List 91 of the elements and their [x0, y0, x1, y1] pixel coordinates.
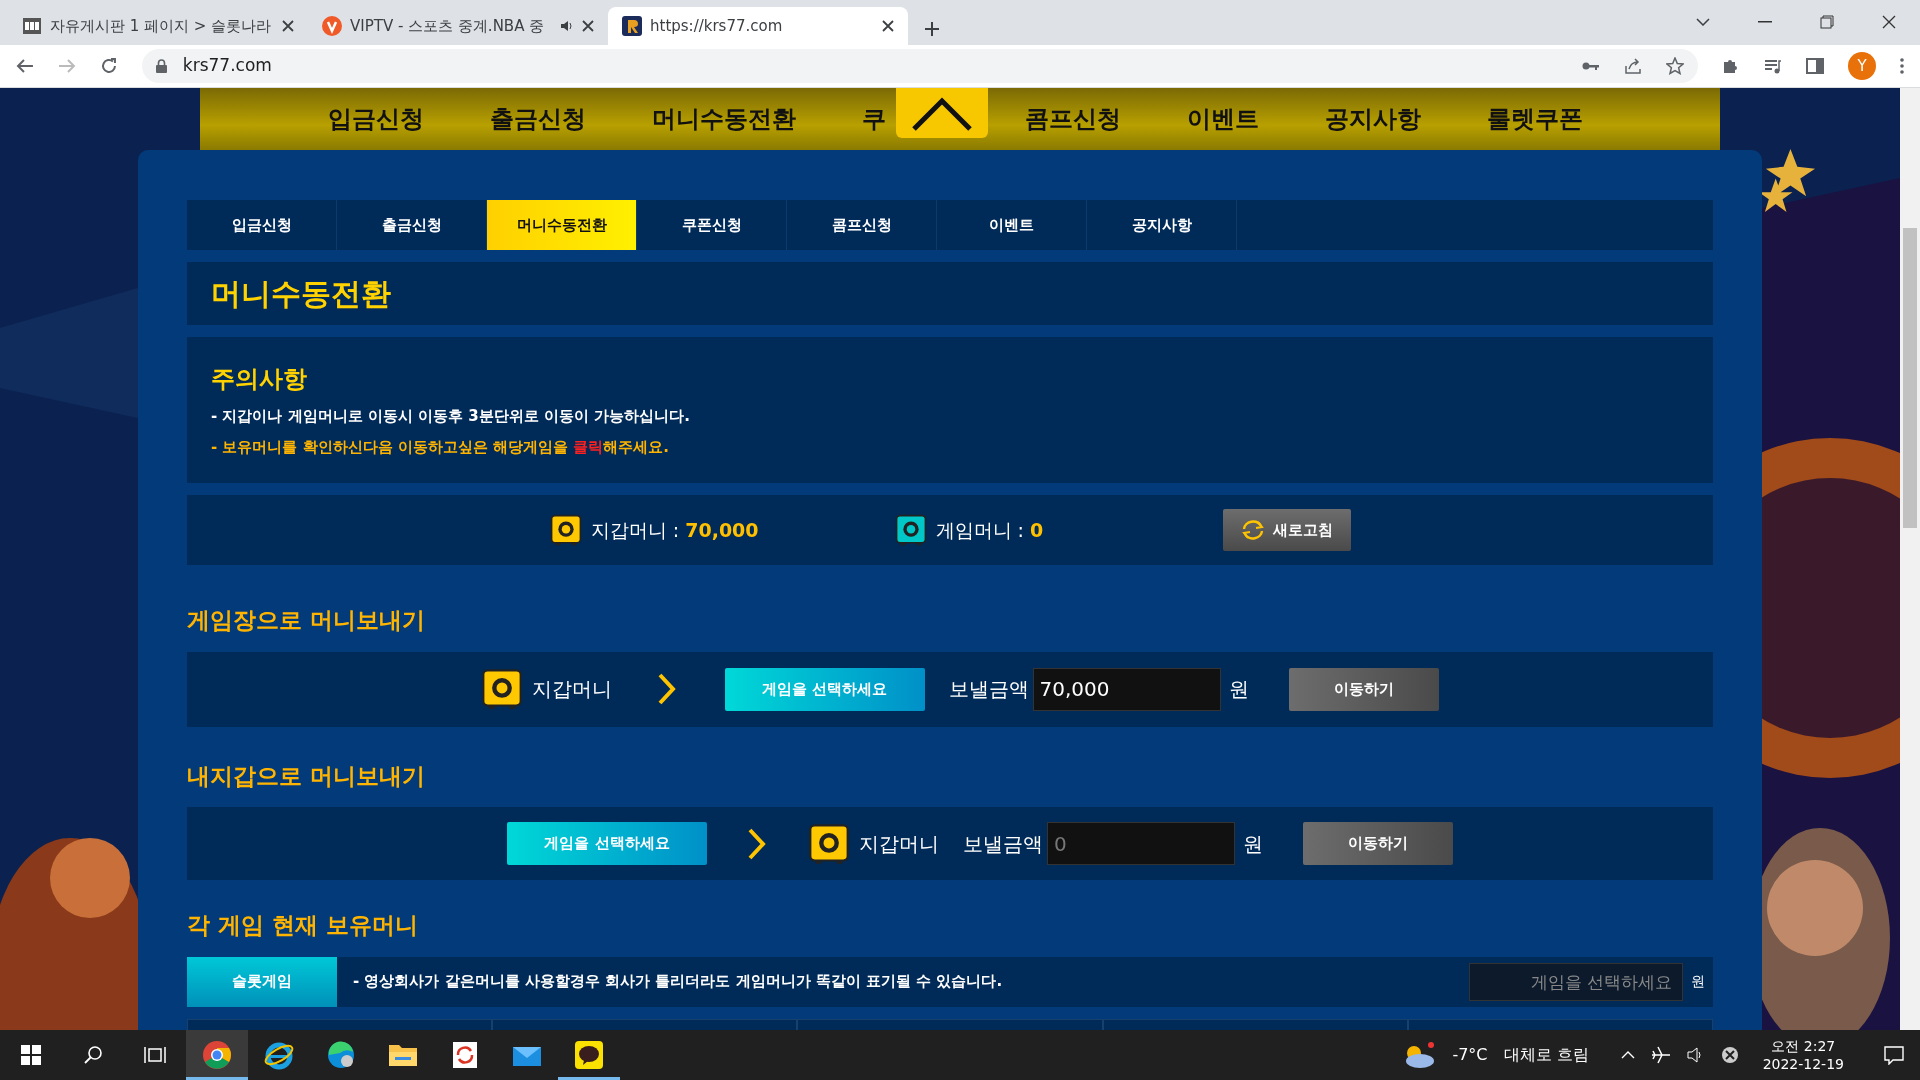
unit-label: 원	[1243, 830, 1263, 858]
cancel-circle-icon[interactable]	[1720, 1046, 1739, 1064]
new-tab-icon[interactable]	[924, 21, 940, 37]
close-icon[interactable]	[1882, 15, 1896, 29]
game-balance: 게임머니 : 0	[935, 517, 1044, 543]
scrollbar[interactable]	[1900, 88, 1920, 1030]
close-icon[interactable]	[282, 20, 294, 32]
browser-e-icon	[264, 1040, 294, 1070]
refresh-icon	[1241, 519, 1266, 541]
tab[interactable]: 이벤트	[937, 200, 1087, 250]
puzzle-icon[interactable]	[1722, 57, 1740, 75]
notice-text: - 보유머니를 확인하신다음 이동하고싶은 해당게임을 클릭해주세요.	[211, 437, 670, 456]
site-nav-link[interactable]: 입금신청	[328, 101, 424, 137]
caret-up-icon[interactable]	[1620, 1051, 1635, 1059]
browser-tab[interactable]: 자유게시판 1 페이지 > 슬롯나라	[8, 7, 308, 45]
site-logo-icon	[622, 16, 642, 36]
game-select-field[interactable]: 게임을 선택하세요	[1469, 962, 1683, 1001]
temperature: -7°C	[1452, 1044, 1488, 1066]
dropdown-icon[interactable]	[1696, 18, 1710, 26]
v-logo-icon	[322, 16, 342, 36]
browser-tab[interactable]: VIPTV - 스포츠 중계.NBA 중	[308, 7, 608, 45]
wallet-balance: 지갑머니 : 70,000	[590, 517, 759, 543]
restore-icon[interactable]	[1820, 15, 1834, 29]
menu-icon[interactable]	[1900, 58, 1904, 74]
tab[interactable]: 콤프신청	[787, 200, 937, 250]
section-heading: 내지갑으로 머니보내기	[187, 762, 425, 789]
site-nav-link[interactable]: 공지사항	[1325, 101, 1421, 137]
wallet-safe-icon	[479, 667, 524, 711]
unit-label: 원	[1691, 972, 1705, 991]
amount-label: 보낼금액	[948, 676, 1029, 703]
close-icon[interactable]	[582, 20, 594, 32]
notice-text: - 지갑이나 게임머니로 이동시 이동후 3분단위로 이동이 가능하십니다.	[211, 407, 690, 425]
reload-icon[interactable]	[99, 57, 118, 75]
address-bar[interactable]: krs77.com	[141, 49, 1698, 83]
sync-icon	[452, 1041, 478, 1069]
close-icon[interactable]	[882, 20, 894, 32]
site-nav-link[interactable]: 콤프신청	[1025, 101, 1121, 137]
transfer-button[interactable]: 이동하기	[1303, 822, 1453, 865]
site-nav-link[interactable]: 이벤트	[1187, 101, 1259, 137]
site-nav-link[interactable]: 룰렛쿠폰	[1487, 101, 1583, 137]
tab[interactable]: 입금신청	[187, 200, 337, 250]
game-safe-icon	[893, 513, 928, 547]
clock-date[interactable]: 2022-12-19	[1762, 1055, 1844, 1074]
unit-label: 원	[1228, 676, 1249, 703]
chevron-right-icon	[747, 826, 767, 861]
site-nav-link[interactable]: 머니수동전환	[652, 101, 796, 137]
playlist-icon[interactable]	[1764, 58, 1782, 74]
amount-field[interactable]: 0	[1047, 822, 1235, 865]
site-nav-link[interactable]: 출금신청	[490, 101, 586, 137]
wallet-label: 지갑머니	[859, 830, 939, 858]
scroll-top-button[interactable]	[896, 88, 988, 138]
transfer-button[interactable]: 이동하기	[1288, 667, 1439, 711]
share-icon[interactable]	[1624, 57, 1642, 75]
clock-time[interactable]: 오전 2:27	[1762, 1036, 1844, 1055]
search-icon[interactable]	[83, 1045, 103, 1065]
folder-icon	[388, 1042, 418, 1068]
edge-icon	[326, 1040, 356, 1070]
speaker-icon[interactable]	[560, 19, 574, 33]
weather-text: 대체로 흐림	[1503, 1044, 1589, 1066]
airplane-icon[interactable]	[1650, 1045, 1671, 1065]
chrome-icon	[202, 1040, 232, 1070]
wallet-label: 지갑머니	[531, 676, 612, 703]
lock-icon	[155, 59, 167, 73]
minimize-icon[interactable]	[1758, 21, 1772, 23]
amount-field[interactable]: 70,000	[1032, 667, 1221, 711]
notification-icon[interactable]	[1884, 1045, 1904, 1065]
side-panel-icon[interactable]	[1806, 58, 1824, 74]
tab[interactable]: 쿠폰신청	[637, 200, 787, 250]
refresh-button[interactable]: 새로고침	[1223, 509, 1352, 551]
chevron-right-icon	[656, 672, 677, 706]
slot-machine-icon	[22, 17, 42, 35]
site-nav-link[interactable]: 쿠	[862, 101, 886, 137]
holdings-note: - 영상회사가 같은머니를 사용할경우 회사가 틀리더라도 게임머니가 똑같이 표기될 수 있습니다.	[353, 971, 1003, 993]
wallet-safe-icon	[548, 513, 583, 547]
start-icon[interactable]	[21, 1045, 41, 1065]
section-heading: 게임장으로 머니보내기	[187, 607, 425, 633]
task-view-icon[interactable]	[144, 1045, 166, 1065]
tab[interactable]: 공지사항	[1087, 200, 1237, 250]
back-icon[interactable]	[16, 58, 34, 74]
amount-label: 보낼금액	[963, 830, 1043, 858]
taskbar-app[interactable]	[186, 1030, 248, 1080]
chat-icon	[575, 1041, 603, 1069]
browser-tab[interactable]: https://krs77.com	[608, 7, 908, 45]
wallet-safe-icon	[807, 821, 851, 866]
key-icon[interactable]	[1582, 61, 1600, 71]
section-heading: 각 게임 현재 보유머니	[187, 912, 419, 938]
page-title: 머니수동전환	[211, 275, 391, 313]
star-icon[interactable]	[1666, 57, 1684, 75]
notice-title: 주의사항	[211, 364, 308, 395]
tab[interactable]: 머니수동전환	[487, 200, 637, 250]
chevron-up-icon	[911, 97, 973, 131]
